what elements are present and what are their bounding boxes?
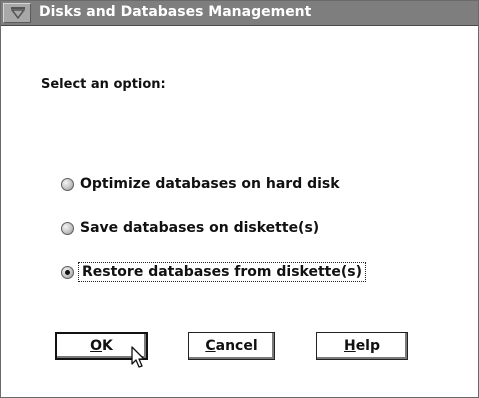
- system-menu-button[interactable]: [3, 3, 31, 23]
- option-label[interactable]: Optimize databases on hard disk: [80, 176, 340, 192]
- option-save-databases[interactable]: Save databases on diskette(s): [61, 217, 319, 239]
- option-restore-databases[interactable]: Restore databases from diskette(s): [61, 261, 366, 283]
- select-option-prompt: Select an option:: [41, 77, 166, 92]
- option-optimize-databases[interactable]: Optimize databases on hard disk: [61, 173, 340, 195]
- ok-mnemonic: O: [90, 338, 103, 354]
- cancel-mnemonic: C: [205, 338, 216, 354]
- mouse-pointer-icon: [131, 346, 145, 368]
- cancel-label-rest: ancel: [215, 338, 258, 354]
- radio-button-icon[interactable]: [61, 265, 74, 279]
- option-label[interactable]: Restore databases from diskette(s): [78, 262, 366, 282]
- option-label[interactable]: Save databases on diskette(s): [80, 220, 319, 236]
- help-label-rest: elp: [355, 338, 381, 354]
- dialog-window: Disks and Databases Management Select an…: [0, 0, 479, 398]
- system-menu-icon: [11, 7, 25, 19]
- title-bar[interactable]: Disks and Databases Management: [1, 1, 478, 26]
- radio-button-icon[interactable]: [61, 177, 74, 191]
- cancel-button[interactable]: Cancel: [188, 332, 275, 360]
- help-mnemonic: H: [343, 338, 356, 354]
- help-button[interactable]: Help: [316, 332, 408, 360]
- ok-label-rest: K: [102, 338, 113, 354]
- radio-button-icon[interactable]: [61, 221, 74, 235]
- window-title: Disks and Databases Management: [39, 4, 312, 20]
